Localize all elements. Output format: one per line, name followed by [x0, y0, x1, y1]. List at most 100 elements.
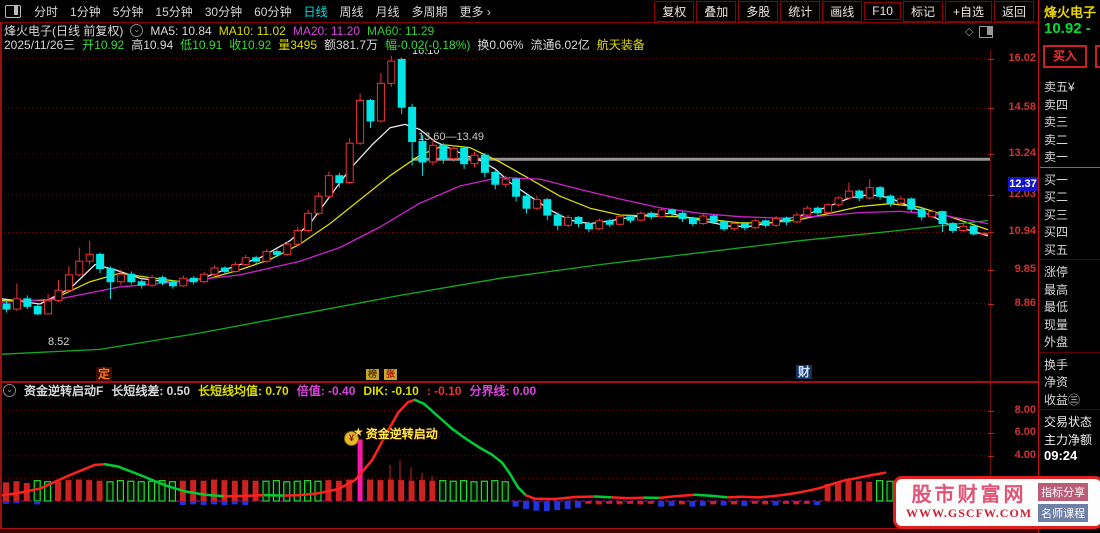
- watermark-site-name: 股市财富网: [911, 484, 1027, 506]
- sell-button-clipped[interactable]: [1095, 45, 1100, 68]
- menu-item-9[interactable]: 多周期: [407, 1, 453, 22]
- main-axis-tick-5: [988, 270, 994, 271]
- panel-row-3-1[interactable]: 净资: [1044, 373, 1068, 390]
- panel-row-0-2[interactable]: 卖三: [1044, 113, 1068, 130]
- sub-axis-tick-1: [988, 433, 994, 434]
- toolbar-button-5[interactable]: F10: [864, 2, 901, 20]
- indicator-header-item-1: 长短线差: 0.50: [111, 384, 191, 398]
- panel-row-3-2[interactable]: 收益㊂: [1044, 391, 1080, 408]
- toolbar-button-3[interactable]: 统计: [780, 0, 821, 22]
- main-axis-tick-0: [988, 59, 994, 60]
- menu-item-3[interactable]: 15分钟: [150, 1, 197, 22]
- buy-button[interactable]: 买入: [1043, 45, 1087, 68]
- menu-item-0[interactable]: 分时: [29, 1, 63, 22]
- plot-left-border: [0, 22, 2, 528]
- indicator-header: ⌄ 资金逆转启动F 长短线差: 0.50 长短线均值: 0.70 倍值: -0.40 D…: [3, 383, 536, 398]
- main-axis-tick-3: [988, 195, 994, 196]
- toolbar-button-7[interactable]: +自选: [944, 0, 992, 22]
- panel-divider-2: [1040, 351, 1100, 353]
- menu-item-1[interactable]: 1分钟: [65, 1, 106, 22]
- toolbar-button-2[interactable]: 多股: [738, 0, 779, 22]
- panel-row-2-1[interactable]: 最高: [1044, 281, 1068, 298]
- toolbar-buttons: 复权 叠加 多股 统计 画线 F10 标记 +自选 返回: [654, 0, 1038, 22]
- main-candlestick-chart[interactable]: 16.10 13.60—13.49 8.52: [0, 50, 990, 381]
- chart-badge-3: 财: [796, 365, 813, 379]
- top-menu-bar: 分时 1分钟 5分钟 15分钟 30分钟 60分钟 日线 周线 月线 多周期 更多 › 复权 叠加 多股…: [0, 0, 1038, 23]
- svg-text:8.52: 8.52: [48, 336, 69, 348]
- indicator-header-item-2: 长短线均值: 0.70: [198, 384, 289, 398]
- main-axis-label-4: 10.94: [1008, 225, 1036, 237]
- menu-item-8[interactable]: 月线: [371, 1, 405, 22]
- window-split-icon[interactable]: [5, 4, 21, 18]
- main-axis-tick-1: [988, 108, 994, 109]
- chart-badge-1: 榜: [366, 369, 380, 380]
- panel-row-2-4[interactable]: 外盘: [1044, 333, 1068, 350]
- main-axis-label-6: 8.86: [1014, 297, 1036, 309]
- sub-axis-tick-0: [988, 411, 994, 412]
- chart-badge-2: 张: [384, 369, 398, 380]
- panel-row-4-0[interactable]: 交易状态: [1044, 413, 1092, 430]
- current-price-chip: 12.37: [1008, 177, 1038, 191]
- chart-corner-icons: ◇: [965, 25, 994, 38]
- menu-item-6[interactable]: 日线: [298, 1, 332, 22]
- indicator-collapse-icon[interactable]: ⌄: [3, 384, 16, 397]
- menu-item-5[interactable]: 60分钟: [249, 1, 296, 22]
- watermark-box: 股市财富网 WWW.GSCFW.COM 指标分享 名师课程: [893, 476, 1100, 529]
- main-axis-label-2: 13.24: [1008, 147, 1036, 159]
- menu-item-4[interactable]: 30分钟: [200, 1, 247, 22]
- panel-row-2-2[interactable]: 最低: [1044, 298, 1068, 315]
- watermark-text: 股市财富网 WWW.GSCFW.COM: [906, 484, 1032, 521]
- svg-text:16.10: 16.10: [412, 50, 440, 57]
- panel-row-0-4[interactable]: 卖一: [1044, 148, 1068, 165]
- panel-divider-1: [1040, 259, 1100, 260]
- panel-row-0-0[interactable]: 卖五¥: [1044, 78, 1075, 95]
- diamond-icon[interactable]: ◇: [965, 25, 973, 38]
- panel-row-1-2[interactable]: 买三: [1044, 206, 1068, 223]
- quote-panel: 烽火电子 10.92 - 买入 卖五¥ 卖四 卖三 卖二 卖一 买一 买二 买三 买四 买五 涨停最…: [1038, 0, 1100, 533]
- sub-axis-tick-2: [988, 456, 994, 457]
- watermark-site-url: WWW.GSCFW.COM: [906, 506, 1033, 520]
- toolbar-button-1[interactable]: 叠加: [696, 0, 737, 22]
- panel-row-0-1[interactable]: 卖四: [1044, 96, 1068, 113]
- panel-divider-3: [1040, 409, 1100, 410]
- toolbar-button-8[interactable]: 返回: [993, 0, 1034, 22]
- main-axis-label-5: 9.85: [1014, 263, 1036, 275]
- indicator-header-item-0: 资金逆转启动F: [24, 384, 104, 398]
- panel-row-3-0[interactable]: 换手: [1044, 356, 1068, 373]
- indicator-header-item-3: 倍值: -0.40: [296, 384, 356, 398]
- panel-stock-name: 烽火电子: [1044, 5, 1097, 20]
- chart-badge-0: 定: [96, 367, 113, 381]
- panel-row-2-3[interactable]: 现量: [1044, 316, 1068, 333]
- star-icon: ★: [353, 425, 364, 439]
- menu-item-2[interactable]: 5分钟: [108, 1, 149, 22]
- trading-app-window: 分时 1分钟 5分钟 15分钟 30分钟 60分钟 日线 周线 月线 多周期 更多 › 复权 叠加 多股…: [0, 0, 1100, 533]
- panel-last-price: 10.92 -: [1044, 20, 1091, 37]
- panel-toggle-icon[interactable]: [979, 25, 994, 38]
- watermark-badge-2: 名师课程: [1038, 504, 1089, 522]
- sub-axis-label-0: 8.00: [1014, 404, 1036, 416]
- toolbar-button-4[interactable]: 画线: [822, 0, 863, 22]
- main-axis-label-0: 16.02: [1008, 52, 1036, 64]
- panel-row-4-1[interactable]: 主力净额: [1044, 431, 1092, 448]
- main-axis-tick-4: [988, 232, 994, 233]
- indicator-header-item-6: 分界线: 0.00: [469, 384, 537, 398]
- panel-row-1-4[interactable]: 买五: [1044, 241, 1068, 258]
- sub-axis-label-2: 4.00: [1014, 449, 1036, 461]
- main-axis-tick-6: [988, 304, 994, 305]
- panel-row-4-2[interactable]: 09:24: [1044, 448, 1077, 463]
- menu-item-10[interactable]: 更多 ›: [455, 1, 496, 22]
- toolbar-button-0[interactable]: 复权: [654, 0, 695, 22]
- panel-row-0-3[interactable]: 卖二: [1044, 131, 1068, 148]
- signal-marker: ¥ ★ 资金逆转启动: [344, 425, 438, 446]
- main-axis-tick-2: [988, 154, 994, 155]
- toolbar-button-6[interactable]: 标记: [902, 0, 943, 22]
- indicator-header-item-4: DIK: -0.10: [363, 383, 419, 398]
- svg-text:13.60—13.49: 13.60—13.49: [418, 131, 484, 143]
- panel-divider-0: [1040, 166, 1100, 168]
- indicator-chart[interactable]: [0, 398, 990, 529]
- panel-row-2-0[interactable]: 涨停: [1044, 263, 1068, 280]
- menu-item-7[interactable]: 周线: [334, 1, 368, 22]
- panel-row-1-1[interactable]: 买二: [1044, 188, 1068, 205]
- panel-row-1-0[interactable]: 买一: [1044, 171, 1068, 188]
- panel-row-1-3[interactable]: 买四: [1044, 223, 1068, 240]
